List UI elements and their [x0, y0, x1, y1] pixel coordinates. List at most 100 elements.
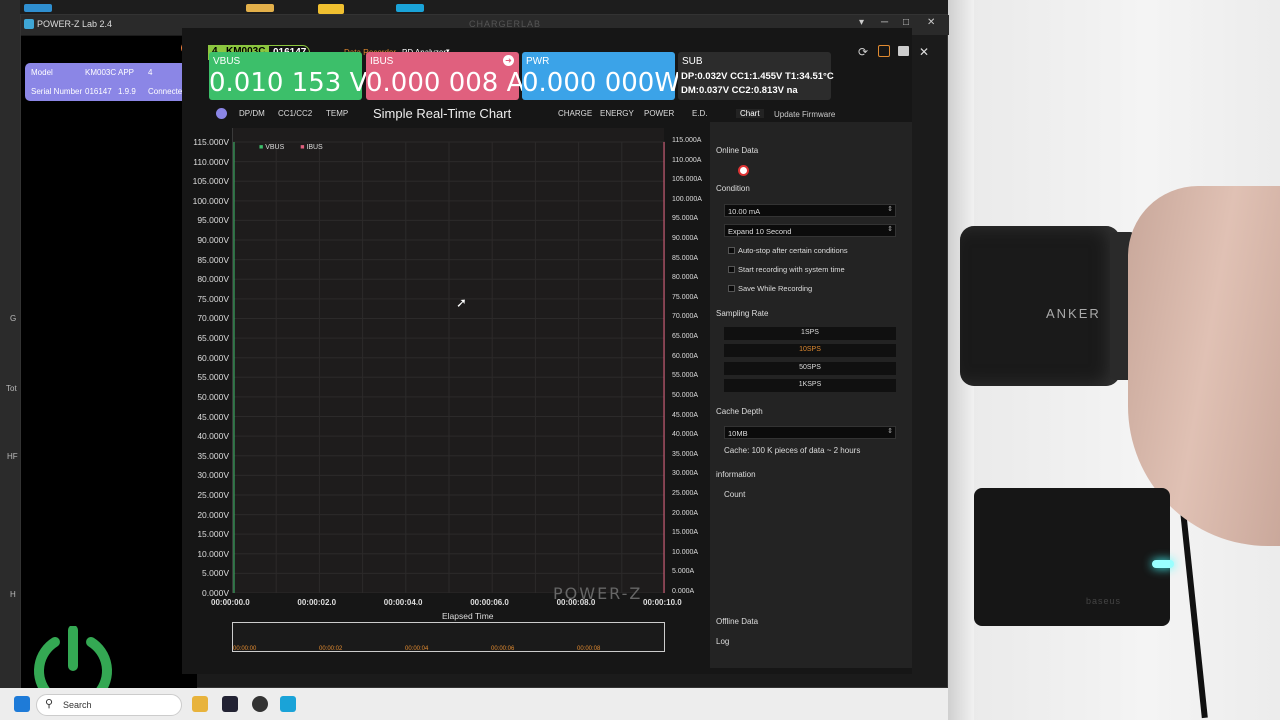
y-tick-label-right: 30.000A: [672, 470, 699, 478]
y-tick-label-right: 110.000A: [672, 156, 702, 164]
desktop-text: H: [10, 590, 16, 599]
condition-input[interactable]: 10.00 mA ⇕: [724, 204, 896, 217]
y-tick-label-left: 90.000V: [197, 235, 229, 246]
window-icon[interactable]: [898, 46, 909, 56]
firmware-version: 1.9.9: [118, 87, 136, 96]
close-button[interactable]: ✕: [927, 17, 935, 28]
settings-icon[interactable]: [216, 108, 227, 119]
vbus-card: VBUS 0.010 153 V: [209, 52, 367, 100]
search-placeholder: Search: [63, 700, 92, 710]
time-range-brush[interactable]: 00:00:00 00:00:02 00:00:04 00:00:06 00:00:08: [232, 622, 665, 652]
search-box[interactable]: Search: [36, 694, 182, 716]
auto-stop-checkbox[interactable]: [728, 247, 735, 254]
charger-led: [1152, 560, 1174, 568]
stepper-icon[interactable]: ⇕: [887, 225, 893, 233]
tab-dpdm[interactable]: DP/DM: [239, 109, 265, 118]
desktop-icon[interactable]: [318, 4, 344, 14]
maximize-button[interactable]: □: [903, 17, 909, 28]
tab-cc[interactable]: CC1/CC2: [278, 109, 312, 118]
offline-data-header[interactable]: Offline Data: [716, 617, 758, 626]
y-tick-label-right: 115.000A: [672, 137, 702, 144]
ibus-value: 0.000 008 A: [366, 68, 525, 98]
y-tick-label-left: 60.000V: [197, 352, 229, 363]
system-time-label: Start recording with system time: [738, 265, 845, 274]
rate-option-selected[interactable]: 10SPS: [724, 344, 896, 357]
rate-option[interactable]: 50SPS: [724, 362, 896, 375]
tab-power[interactable]: POWER: [644, 109, 674, 118]
sub-card: SUB DP:0.032V CC1:1.455V T1:34.51°C DM:0…: [678, 52, 834, 100]
desktop-background: G Tot HF H: [0, 0, 20, 688]
close-icon[interactable]: ✕: [919, 45, 929, 59]
y-tick-label-right: 25.000A: [672, 489, 699, 497]
y-tick-label-right: 90.000A: [672, 235, 699, 243]
pwr-value: 0.000 000W: [522, 68, 681, 98]
device-sidebar: Model KM003C APP 4 Serial Number 016147 …: [21, 36, 197, 710]
start-icon[interactable]: [14, 696, 30, 712]
device-card[interactable]: Model KM003C APP 4 Serial Number 016147 …: [25, 63, 193, 101]
y-tick-label-right: 15.000A: [672, 529, 699, 537]
chart-title: Simple Real-Time Chart: [373, 106, 512, 121]
save-recording-checkbox[interactable]: [728, 285, 735, 292]
app-icon[interactable]: [396, 4, 424, 12]
tab-temp[interactable]: TEMP: [326, 109, 348, 118]
desktop-text: Tot: [6, 384, 17, 393]
tab-energy[interactable]: ENERGY: [600, 109, 634, 118]
chart-icon[interactable]: [878, 45, 890, 57]
y-tick-label-left: 105.000V: [192, 176, 229, 187]
tab-ed[interactable]: E.D.: [692, 109, 708, 118]
y-tick-label-left: 30.000V: [197, 470, 229, 481]
ibus-label: IBUS: [370, 56, 394, 67]
brush-tick-label: 00:00:00: [233, 646, 257, 652]
collapse-button[interactable]: ▾: [859, 17, 864, 28]
x-tick-label: 00:00:08.0: [556, 598, 596, 607]
log-header[interactable]: Log: [716, 637, 729, 646]
device-tab-bar: 4 KM003C 016147 Data Recorder PD Analyze…: [186, 30, 929, 60]
stepper-icon[interactable]: ⇕: [887, 427, 893, 435]
refresh-icon[interactable]: ⟳: [858, 45, 868, 59]
brand-label: baseus: [1086, 596, 1122, 606]
y-tick-label-right: 35.000A: [672, 450, 699, 458]
stepper-icon[interactable]: ⇕: [887, 205, 893, 213]
mode-number: 4: [148, 68, 153, 77]
y-tick-label-right: 95.000A: [672, 215, 699, 223]
y-tick-label-left: 70.000V: [197, 313, 229, 324]
app-icon[interactable]: [252, 696, 268, 712]
y-tick-label-left: 100.000V: [192, 195, 229, 206]
y-tick-label-left: 95.000V: [197, 215, 229, 226]
rate-option[interactable]: 1KSPS: [724, 379, 896, 392]
chart-tab-bar: DP/DM CC1/CC2 TEMP Simple Real-Time Char…: [190, 106, 710, 122]
y-tick-label-right: 70.000A: [672, 313, 699, 321]
expand-select[interactable]: Expand 10 Second ⇕: [724, 224, 896, 237]
sub-label: SUB: [682, 56, 703, 67]
y-tick-label-right: 80.000A: [672, 274, 699, 282]
power-z-icon[interactable]: [280, 696, 296, 712]
y-tick-label-right: 50.000A: [672, 391, 699, 399]
record-icon[interactable]: [738, 165, 749, 176]
online-data-header[interactable]: Online Data: [716, 146, 758, 155]
folder-icon[interactable]: [246, 4, 274, 12]
arrow-right-icon[interactable]: ➜: [503, 55, 514, 66]
system-time-checkbox[interactable]: [728, 266, 735, 273]
file-explorer-icon[interactable]: [192, 696, 208, 712]
legend-vbus: VBUS: [265, 144, 285, 151]
cache-note: Cache: 100 K pieces of data ~ 2 hours: [724, 446, 861, 455]
y-tick-label-left: 20.000V: [197, 509, 229, 520]
minimize-button[interactable]: ─: [881, 17, 888, 28]
y-tick-label-left: 35.000V: [197, 450, 229, 461]
rate-option[interactable]: 1SPS: [724, 327, 896, 340]
tab-update-firmware[interactable]: Update Firmware: [774, 110, 835, 119]
chart-plot-area[interactable]: ■ VBUS ■ IBUS POWER-Z ➚: [232, 128, 665, 603]
webcam-photo: ANKER baseus: [948, 0, 1280, 720]
tab-chart[interactable]: Chart: [736, 109, 764, 118]
legend-marker-ibus: ■: [300, 144, 305, 151]
app-icon[interactable]: [222, 696, 238, 712]
vbus-value: 0.010 153 V: [209, 68, 368, 98]
desktop-icon[interactable]: [24, 4, 52, 12]
legend: ■ VBUS ■ IBUS: [259, 144, 323, 151]
tab-charge[interactable]: CHARGE: [558, 109, 592, 118]
y-tick-label-right: 10.000A: [672, 548, 699, 556]
model-value: KM003C: [85, 68, 117, 77]
mouse-cursor: ➚: [456, 295, 467, 310]
y-tick-label-left: 115.000V: [193, 137, 229, 147]
cache-depth-select[interactable]: 10MB ⇕: [724, 426, 896, 439]
